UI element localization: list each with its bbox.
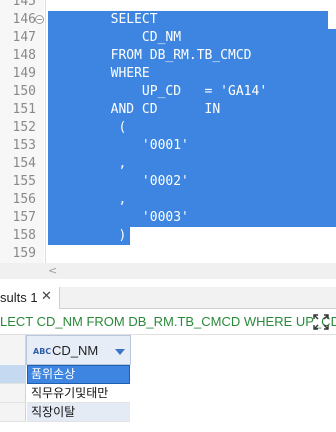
line-number: 147 [12, 30, 36, 45]
code-text: UP_CD = 'GA14' [48, 83, 336, 101]
horizontal-scrollbar[interactable]: < [0, 263, 336, 279]
code-text: AND CD IN [48, 101, 336, 119]
editor-line[interactable]: 154 , [0, 155, 336, 173]
line-number: 155 [12, 174, 36, 189]
expand-icon[interactable] [312, 313, 330, 331]
close-icon[interactable]: ✕ [41, 289, 52, 304]
code-text: '0002' [48, 173, 336, 191]
tab-label: sults 1 [0, 290, 38, 305]
result-grid: ABC CD_NM 품위손상 직무유기및태만 직장이탈 [0, 335, 336, 432]
code-text: ) [48, 227, 130, 245]
executed-query-text: LECT CD_NM FROM DB_RM.TB_CMCD WHERE UP_C… [0, 314, 336, 329]
code-text: FROM DB_RM.TB_CMCD [48, 47, 336, 65]
editor-line[interactable]: 149 WHERE [0, 65, 336, 83]
editor-line[interactable]: 153 '0001' [0, 137, 336, 155]
editor-line[interactable]: 158 ) [0, 227, 336, 245]
line-number: 149 [12, 66, 36, 81]
row-header[interactable] [0, 384, 26, 403]
line-number: 158 [12, 228, 36, 243]
editor-line[interactable]: 147 CD_NM [0, 29, 336, 47]
line-number: 150 [12, 84, 36, 99]
line-number: 156 [12, 192, 36, 207]
editor-line[interactable]: 156 , [0, 191, 336, 209]
results-tab-bar: sults 1 ✕ [0, 287, 336, 309]
code-text: '0001' [48, 137, 336, 155]
editor-line[interactable]: 159 [0, 245, 336, 263]
editor-line[interactable]: 151 AND CD IN [0, 101, 336, 119]
editor-line[interactable]: 148 FROM DB_RM.TB_CMCD [0, 47, 336, 65]
line-number: 154 [12, 156, 36, 171]
grid-cell[interactable]: 직장이탈 [27, 403, 130, 422]
grid-cell[interactable]: 직무유기및태만 [27, 384, 130, 403]
editor-line[interactable]: 150 UP_CD = 'GA14' [0, 83, 336, 101]
column-header-cd-nm[interactable]: ABC CD_NM [26, 335, 131, 365]
editor-line[interactable]: 157 '0003' [0, 209, 336, 227]
code-text: , [48, 191, 336, 209]
query-text-bar: LECT CD_NM FROM DB_RM.TB_CMCD WHERE UP_C… [0, 309, 336, 335]
editor-line[interactable]: 146− SELECT [0, 11, 336, 29]
fold-collapse-icon[interactable]: − [35, 15, 44, 24]
line-number: 148 [12, 48, 36, 63]
tab-results-1[interactable]: sults 1 ✕ [0, 287, 60, 309]
editor-line[interactable]: 145 [0, 0, 336, 11]
code-text: SELECT [48, 11, 328, 29]
scroll-left-icon[interactable]: < [48, 263, 57, 279]
string-type-icon: ABC [33, 347, 52, 356]
line-number: 151 [12, 102, 36, 117]
sql-editor[interactable]: 145 146− SELECT 147 CD_NM 148 FROM DB_RM.TB… [0, 0, 336, 263]
line-number: 153 [12, 138, 36, 153]
line-number: 159 [12, 246, 36, 261]
line-number: 145 [12, 0, 36, 9]
editor-line[interactable]: 152 ( [0, 119, 336, 137]
code-text: ( [48, 119, 336, 137]
column-name: CD_NM [52, 343, 99, 358]
dropdown-arrow-icon[interactable] [115, 349, 125, 355]
line-number: 146 [12, 12, 36, 27]
code-text: WHERE [48, 65, 336, 83]
code-text: , [48, 155, 336, 173]
row-header[interactable] [0, 365, 26, 384]
line-number: 152 [12, 120, 36, 135]
grid-corner [0, 335, 26, 365]
line-number: 157 [12, 210, 36, 225]
code-text: CD_NM [48, 29, 336, 47]
row-header[interactable] [0, 403, 26, 422]
editor-line[interactable]: 155 '0002' [0, 173, 336, 191]
code-text: '0003' [48, 209, 336, 227]
grid-cell[interactable]: 품위손상 [27, 365, 130, 384]
